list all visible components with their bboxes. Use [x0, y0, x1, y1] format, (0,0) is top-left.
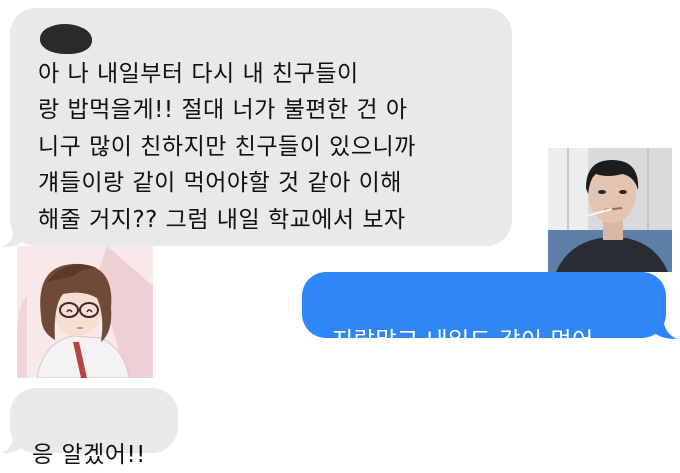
received-message-bubble[interactable]: 응 알겠어!! — [10, 388, 178, 468]
redacted-name-mark — [40, 24, 92, 54]
contact-avatar-illustration[interactable] — [17, 246, 153, 378]
message-text: 아 나 내일부터 다시 내 친구들이 랑 밥먹을게!! 절대 너가 불편한 건 … — [38, 60, 416, 270]
person-photo-icon — [548, 148, 672, 272]
illustrated-girl-icon — [17, 246, 153, 378]
contact-avatar-photo[interactable] — [548, 148, 672, 272]
message-text: 지랄말고 내일도 같이 먹어 — [332, 327, 594, 354]
received-message-bubble[interactable]: 아 나 내일부터 다시 내 친구들이 랑 밥먹을게!! 절대 너가 불편한 건 … — [10, 8, 512, 269]
bubble-tail — [652, 314, 677, 339]
bubble-tail — [2, 428, 26, 453]
message-text: 응 알겠어!! — [32, 441, 146, 468]
sent-message-bubble[interactable]: 지랄말고 내일도 같이 먹어 — [302, 272, 666, 354]
